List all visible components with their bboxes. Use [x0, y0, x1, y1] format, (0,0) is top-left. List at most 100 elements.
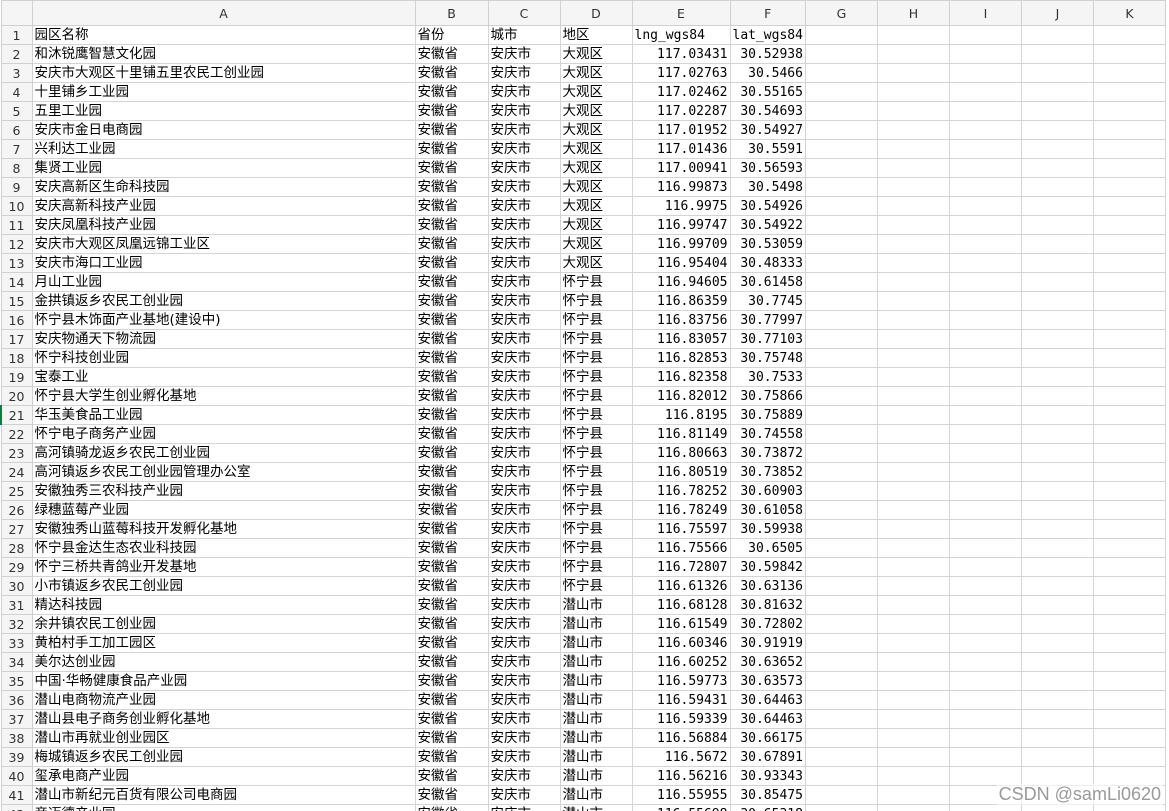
column-header-h[interactable]: H: [876, 0, 950, 26]
row-header[interactable]: 25: [0, 481, 33, 501]
cell[interactable]: 怀宁科技创业园: [31, 348, 416, 368]
cell[interactable]: 安庆市: [487, 690, 561, 710]
row-header[interactable]: 30: [0, 576, 33, 596]
cell[interactable]: 安庆市: [487, 196, 561, 216]
cell[interactable]: [804, 614, 878, 634]
cell[interactable]: 117.02287: [631, 101, 731, 121]
cell[interactable]: [1020, 728, 1094, 748]
cell[interactable]: [1092, 291, 1166, 311]
cell[interactable]: 高河镇骑龙返乡农民工创业园: [31, 443, 416, 463]
cell[interactable]: [1020, 462, 1094, 482]
cell[interactable]: [1020, 101, 1094, 121]
row-header[interactable]: 7: [0, 139, 33, 159]
cell[interactable]: 余井镇农民工创业园: [31, 614, 416, 634]
cell[interactable]: 梅城镇返乡农民工创业园: [31, 747, 416, 767]
cell[interactable]: 30.77103: [729, 329, 806, 349]
cell[interactable]: 安庆市: [487, 158, 561, 178]
cell[interactable]: 安庆市: [487, 652, 561, 672]
cell[interactable]: 30.53059: [729, 234, 806, 254]
cell[interactable]: [876, 481, 950, 501]
cell[interactable]: 安庆市: [487, 139, 561, 159]
cell[interactable]: 30.74558: [729, 424, 806, 444]
cell[interactable]: 安徽省: [414, 196, 489, 216]
cell[interactable]: [948, 652, 1022, 672]
column-header-f[interactable]: F: [729, 0, 806, 26]
cell[interactable]: 30.65318: [729, 804, 806, 811]
cell[interactable]: 安徽省: [414, 101, 489, 121]
row-header[interactable]: 28: [0, 538, 33, 558]
cell[interactable]: 帝迈德产业园: [31, 804, 416, 811]
cell[interactable]: [948, 576, 1022, 596]
cell[interactable]: 安徽省: [414, 671, 489, 691]
cell[interactable]: 安庆市: [487, 253, 561, 273]
cell[interactable]: [804, 196, 878, 216]
cell[interactable]: [804, 633, 878, 653]
cell[interactable]: 安庆市: [487, 348, 561, 368]
row-header[interactable]: 11: [0, 215, 33, 235]
cell[interactable]: 116.78249: [631, 500, 731, 520]
cell[interactable]: 30.61058: [729, 500, 806, 520]
cell[interactable]: [804, 785, 878, 805]
cell[interactable]: [804, 386, 878, 406]
cell[interactable]: 116.55955: [631, 785, 731, 805]
cell[interactable]: 安庆物通天下物流园: [31, 329, 416, 349]
cell[interactable]: 安徽独秀三农科技产业园: [31, 481, 416, 501]
cell[interactable]: [876, 652, 950, 672]
cell[interactable]: 大观区: [559, 82, 633, 102]
cell[interactable]: 安徽省: [414, 443, 489, 463]
cell[interactable]: 安庆市: [487, 709, 561, 729]
cell[interactable]: 安庆市: [487, 728, 561, 748]
cell[interactable]: [1092, 253, 1166, 273]
cell[interactable]: 安庆市: [487, 291, 561, 311]
cell[interactable]: [804, 481, 878, 501]
cell[interactable]: 116.5672: [631, 747, 731, 767]
cell[interactable]: 116.56884: [631, 728, 731, 748]
cell[interactable]: lat_wgs84: [729, 25, 806, 45]
cell[interactable]: [1020, 500, 1094, 520]
cell[interactable]: [876, 709, 950, 729]
cell[interactable]: [948, 272, 1022, 292]
row-header[interactable]: 15: [0, 291, 33, 311]
cell[interactable]: [1092, 804, 1166, 811]
cell[interactable]: 安庆市: [487, 576, 561, 596]
cell[interactable]: 安徽省: [414, 747, 489, 767]
cell[interactable]: 安庆市: [487, 766, 561, 786]
cell[interactable]: [1092, 557, 1166, 577]
cell[interactable]: [876, 690, 950, 710]
select-all-corner[interactable]: [0, 0, 33, 26]
cell[interactable]: [1092, 101, 1166, 121]
cell[interactable]: [948, 253, 1022, 273]
cell[interactable]: [1020, 177, 1094, 197]
cell[interactable]: 30.63573: [729, 671, 806, 691]
cell[interactable]: 大观区: [559, 63, 633, 83]
cell[interactable]: 30.5498: [729, 177, 806, 197]
cell[interactable]: 月山工业园: [31, 272, 416, 292]
cell[interactable]: 安徽省: [414, 63, 489, 83]
row-header[interactable]: 3: [0, 63, 33, 83]
cell[interactable]: 地区: [559, 25, 633, 45]
cell[interactable]: [948, 709, 1022, 729]
cell[interactable]: 30.77997: [729, 310, 806, 330]
row-header[interactable]: 5: [0, 101, 33, 121]
row-header[interactable]: 36: [0, 690, 33, 710]
cell[interactable]: 怀宁县: [559, 576, 633, 596]
cell[interactable]: 安庆市: [487, 367, 561, 387]
cell[interactable]: 潜山市: [559, 766, 633, 786]
cell[interactable]: 潜山市: [559, 804, 633, 811]
cell[interactable]: 30.54693: [729, 101, 806, 121]
cell[interactable]: 十里铺乡工业园: [31, 82, 416, 102]
cell[interactable]: lng_wgs84: [631, 25, 731, 45]
cell[interactable]: [1020, 25, 1094, 45]
cell-table[interactable]: ABCDEFGHIJK 1 园区名称 省份 城市 地区 lng_wgs84 lat_wgs8…: [0, 0, 1166, 811]
cell[interactable]: [1092, 63, 1166, 83]
cell[interactable]: 安庆市: [487, 386, 561, 406]
cell[interactable]: 30.52938: [729, 44, 806, 64]
cell[interactable]: 116.80663: [631, 443, 731, 463]
row-header[interactable]: 33: [0, 633, 33, 653]
row-header[interactable]: 31: [0, 595, 33, 615]
cell[interactable]: 116.60346: [631, 633, 731, 653]
cell[interactable]: 怀宁县: [559, 310, 633, 330]
cell[interactable]: [948, 690, 1022, 710]
cell[interactable]: [804, 576, 878, 596]
row-header[interactable]: 10: [0, 196, 33, 216]
